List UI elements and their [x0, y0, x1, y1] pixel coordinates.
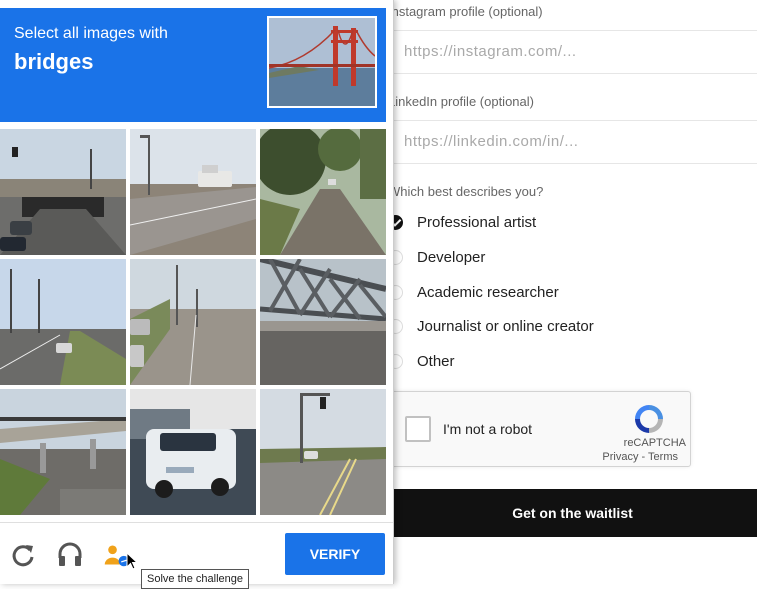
radio-label: Journalist or online creator	[417, 317, 594, 335]
image-grid	[0, 129, 386, 515]
tile-white-suv[interactable]	[130, 389, 256, 515]
verify-button[interactable]: VERIFY	[285, 533, 385, 575]
recaptcha-checkbox[interactable]	[405, 416, 431, 442]
tile-street-overpass[interactable]	[0, 129, 126, 255]
instagram-input[interactable]: https://instagram.com/...	[390, 30, 757, 74]
tile-intersection[interactable]	[260, 389, 386, 515]
radio-journalist[interactable]: Journalist or online creator	[388, 314, 594, 338]
radio-developer[interactable]: Developer	[388, 245, 485, 269]
tile-road-poles[interactable]	[0, 259, 126, 385]
recaptcha-widget: I'm not a robot reCAPTCHA Privacy - Term…	[388, 391, 691, 467]
linkedin-label: LinkedIn profile (optional)	[388, 94, 534, 109]
waitlist-button[interactable]: Get on the waitlist	[388, 489, 757, 537]
recaptcha-brand: reCAPTCHA	[623, 437, 686, 449]
describes-question: Which best describes you?	[388, 184, 544, 199]
linkedin-input[interactable]: https://linkedin.com/in/...	[390, 120, 757, 164]
reload-icon[interactable]	[10, 542, 36, 568]
radio-label: Academic researcher	[417, 283, 559, 301]
headphones-icon[interactable]	[57, 542, 83, 568]
recaptcha-links[interactable]: Privacy - Terms	[602, 451, 678, 463]
mouse-cursor-icon	[126, 552, 138, 570]
tooltip: Solve the challenge	[141, 569, 250, 589]
bridge-sample-image	[267, 16, 377, 108]
tile-overpass[interactable]	[0, 389, 126, 515]
challenge-target: bridges	[14, 49, 94, 74]
radio-label: Professional artist	[417, 213, 537, 231]
radio-label: Other	[417, 352, 455, 370]
tile-tree-road[interactable]	[260, 129, 386, 255]
radio-professional-artist[interactable]: Professional artist	[388, 210, 536, 234]
tile-street-truck[interactable]	[130, 129, 256, 255]
captcha-challenge: Select all images with bridges VERIFY	[0, 0, 394, 584]
recaptcha-label: I'm not a robot	[443, 421, 533, 437]
tile-road-cars[interactable]	[130, 259, 256, 385]
radio-label: Developer	[417, 248, 486, 266]
recaptcha-logo-icon	[635, 405, 663, 433]
challenge-header: Select all images with bridges	[0, 8, 386, 122]
radio-other[interactable]: Other	[388, 349, 455, 373]
challenge-instruction: Select all images with	[14, 25, 168, 42]
radio-academic-researcher[interactable]: Academic researcher	[388, 280, 559, 304]
instagram-label: Instagram profile (optional)	[388, 4, 543, 19]
tile-steel-bridge[interactable]	[260, 259, 386, 385]
